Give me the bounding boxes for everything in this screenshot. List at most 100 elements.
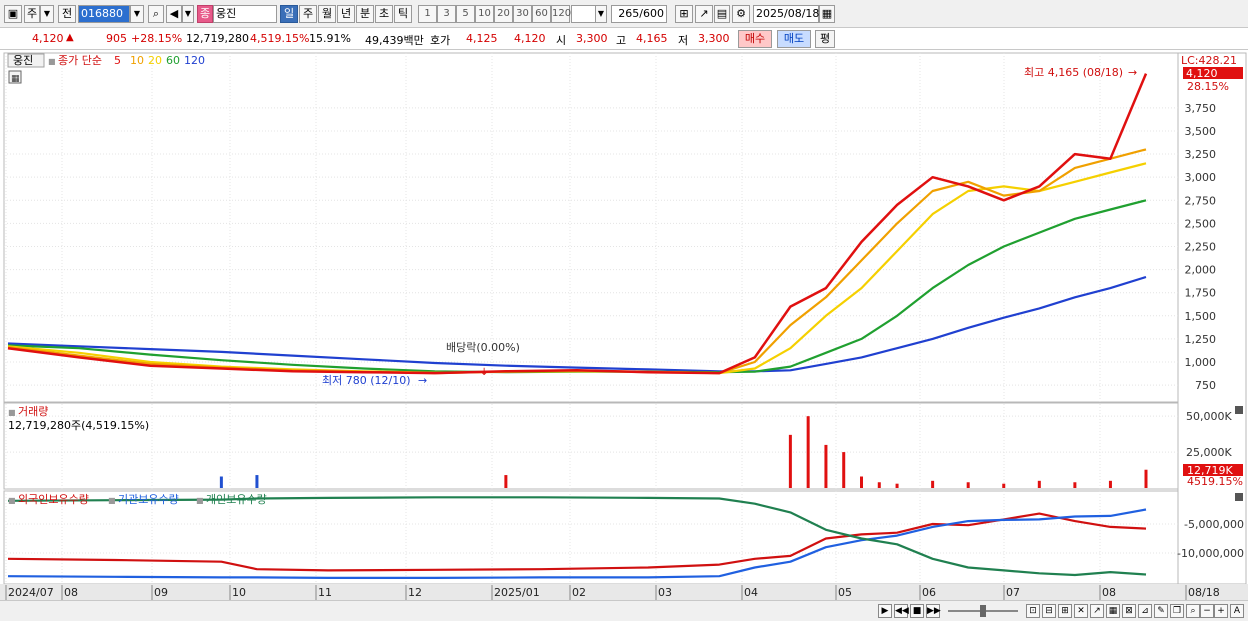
scroll-right-icon[interactable]: ▶ <box>878 604 892 618</box>
code-dropdown-icon[interactable]: ▼ <box>130 5 144 23</box>
low-annotation: 최저 780 (12/10) <box>322 374 411 387</box>
zoom-icon[interactable]: ⌕ <box>1186 604 1200 618</box>
chart-svg[interactable]: 750 1,000 1,250 1,500 1,750 2,000 2,250 2,500 2,… <box>0 51 1248 601</box>
search-icon[interactable]: ⌕ <box>148 5 164 23</box>
count-total: /600 <box>639 7 664 20</box>
interval-button[interactable]: 3 <box>437 5 456 23</box>
volume-bar <box>877 482 881 488</box>
stock-name-field[interactable]: 웅진 <box>213 5 277 23</box>
x-axis-label: 04 <box>744 586 758 599</box>
x-axis-label: 06 <box>922 586 936 599</box>
compare-button[interactable]: 전 <box>58 5 76 23</box>
layout-icon-3[interactable]: ⊞ <box>1058 604 1072 618</box>
sell-button[interactable]: 매도 <box>777 30 811 48</box>
scroll-first-icon[interactable]: ◀◀ <box>894 604 909 618</box>
price-tick-label: 1,750 <box>1185 287 1217 300</box>
low-price: 3,300 <box>698 32 730 45</box>
high-annotation: 최고 4,165 (08/18) <box>1024 66 1123 79</box>
layout-icon-1[interactable]: ⊡ <box>1026 604 1040 618</box>
draw-tool-icon[interactable]: ↗ <box>695 5 713 23</box>
market-dropdown-icon[interactable]: ▼ <box>40 5 54 23</box>
zoom-in-icon[interactable]: + <box>1214 604 1228 618</box>
holding-legend-bullet-icon: ■ <box>196 496 204 505</box>
interval-button[interactable]: 1 <box>418 5 437 23</box>
period-button[interactable]: 틱 <box>394 5 412 23</box>
ma-legend-60: 60 <box>166 54 180 67</box>
crosshair-icon[interactable]: ✕ <box>1074 604 1088 618</box>
font-icon[interactable]: A <box>1230 604 1244 618</box>
period-button[interactable]: 월 <box>318 5 336 23</box>
copy-icon[interactable]: ❐ <box>1170 604 1184 618</box>
holding-legend-label: 외국인보유수량 <box>18 493 89 506</box>
zoom-out-icon[interactable]: − <box>1200 604 1214 618</box>
volume-bar <box>966 482 970 488</box>
trend-icon[interactable]: ↗ <box>1090 604 1104 618</box>
period-button[interactable]: 주 <box>299 5 317 23</box>
period-button[interactable]: 일 <box>280 5 298 23</box>
x-axis-label: 03 <box>658 586 672 599</box>
data-count[interactable]: 265/600 <box>611 5 667 23</box>
volume-bar <box>1144 469 1148 488</box>
buy-button[interactable]: 매수 <box>738 30 772 48</box>
chart-type-icon[interactable]: ⊞ <box>675 5 693 23</box>
grid-icon[interactable]: ▦ <box>1106 604 1120 618</box>
interval-button[interactable]: 60 <box>532 5 551 23</box>
interval-button[interactable]: 20 <box>494 5 513 23</box>
stock-tab-label[interactable]: 웅진 <box>13 54 33 67</box>
market-selector[interactable]: 주 <box>24 5 40 23</box>
volume-panel-close-icon[interactable] <box>1235 406 1243 414</box>
ma-legend-5: 5 <box>114 54 121 67</box>
toolbar: ▣ 주 ▼ 전 016880 ▼ ⌕ ◀ ▼ 종 웅진 일주월년분초틱 1351… <box>0 0 1248 28</box>
gear-icon[interactable]: ⚙ <box>732 5 750 23</box>
interval-button[interactable]: 120 <box>551 5 571 23</box>
indicator-icon[interactable]: ⊿ <box>1138 604 1152 618</box>
volume-last-pct-tag: 4519.15% <box>1187 475 1243 488</box>
price-tick-label: 3,500 <box>1185 125 1217 138</box>
calendar-icon[interactable]: ▦ <box>819 5 835 23</box>
period-button[interactable]: 분 <box>356 5 374 23</box>
x-axis-label: 12 <box>408 586 422 599</box>
edit-icon[interactable]: ✎ <box>1154 604 1168 618</box>
up-arrow-icon: ▲ <box>66 32 74 43</box>
holding-legend-bullet-icon: ■ <box>8 496 16 505</box>
date-input[interactable]: 2025/08/18 <box>753 5 819 23</box>
save-icon[interactable]: ▤ <box>714 5 730 23</box>
price-tick-label: 1,250 <box>1185 333 1217 346</box>
zoom-slider-handle[interactable] <box>980 605 986 617</box>
window-menu-icon[interactable]: ▣ <box>4 5 22 23</box>
volume-bar <box>504 475 508 488</box>
x-axis-label: 08 <box>64 586 78 599</box>
ma-legend-prefix[interactable]: 종가 단순 <box>58 54 102 67</box>
volume-tick-label: 25,000K <box>1186 446 1232 459</box>
stop-icon[interactable]: ■ <box>910 604 924 618</box>
volume-title[interactable]: 거래량 <box>18 405 48 418</box>
interval-button[interactable]: 30 <box>513 5 532 23</box>
volume-value-text: 12,719,280주(4,519.15%) <box>8 419 149 432</box>
x-axis-label: 08 <box>1102 586 1116 599</box>
volume-bar <box>895 483 899 488</box>
interval-button[interactable]: 10 <box>475 5 494 23</box>
interval-dropdown-icon[interactable]: ▼ <box>595 5 607 23</box>
price-tick-label: 2,500 <box>1185 217 1217 230</box>
layout-icon-2[interactable]: ⊟ <box>1042 604 1056 618</box>
volume-bar <box>788 434 792 488</box>
price-tick-label: 3,250 <box>1185 148 1217 161</box>
last-pct-tag: 28.15% <box>1187 80 1229 93</box>
holding-legend-label: 개인보유수량 <box>206 493 267 506</box>
speaker-dropdown-icon[interactable]: ▼ <box>182 5 194 23</box>
speaker-icon[interactable]: ◀ <box>166 5 182 23</box>
chart-area[interactable]: 750 1,000 1,250 1,500 1,750 2,000 2,250 2,500 2,… <box>0 51 1248 601</box>
period-button[interactable]: 년 <box>337 5 355 23</box>
interval-button[interactable]: 5 <box>456 5 475 23</box>
holding-legend: ■ 외국인보유수량 ■ 기관보유수량 ■ 개인보유수량 <box>8 493 267 506</box>
legend-bullet-icon: ■ <box>48 57 56 66</box>
holding-panel-close-icon[interactable] <box>1235 493 1243 501</box>
compare-icon[interactable]: ⊠ <box>1122 604 1136 618</box>
scroll-last-icon[interactable]: ▶▶ <box>926 604 941 618</box>
low-arrow-icon: → <box>418 374 427 387</box>
x-axis-label: 10 <box>232 586 246 599</box>
eval-button[interactable]: 평 <box>815 30 835 48</box>
period-button[interactable]: 초 <box>375 5 393 23</box>
open-price: 3,300 <box>576 32 608 45</box>
stock-code-input[interactable]: 016880 <box>78 5 130 23</box>
